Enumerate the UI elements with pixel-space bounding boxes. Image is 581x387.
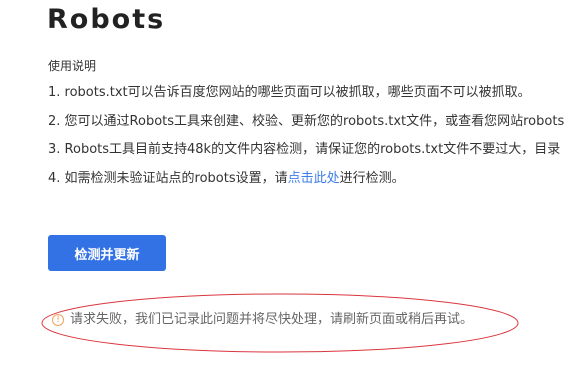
instructions-list: 1. robots.txt可以告诉百度您网站的哪些页面可以被抓取，哪些页面不可以… [48,84,581,198]
instruction-item-4: 4. 如需检测未验证站点的robots设置，请点击此处进行检测。 [48,170,581,199]
check-and-update-button[interactable]: 检测并更新 [48,235,166,271]
error-message: ! 请求失败，我们已记录此问题并将尽快处理，请刷新页面或稍后再试。 [52,311,473,329]
warning-circle-icon: ! [52,314,64,326]
click-here-link[interactable]: 点击此处 [288,171,340,186]
instruction-item-4-prefix: 4. 如需检测未验证站点的robots设置，请 [48,170,288,186]
instruction-item-4-suffix: 进行检测。 [339,170,405,186]
page-title: Robots [47,4,166,35]
instruction-item-1: 1. robots.txt可以告诉百度您网站的哪些页面可以被抓取，哪些页面不可以… [48,85,531,100]
usage-heading: 使用说明 [48,59,97,73]
instruction-item-3: 3. Robots工具目前支持48k的文件内容检测，请保证您的robots.tx… [48,142,561,157]
error-text: 请求失败，我们已记录此问题并将尽快处理，请刷新页面或稍后再试。 [70,312,474,327]
robots-tool-page: Robots 使用说明 1. robots.txt可以告诉百度您网站的哪些页面可… [0,0,581,387]
instruction-item-2: 2. 您可以通过Robots工具来创建、校验、更新您的robots.txt文件，… [48,113,565,129]
